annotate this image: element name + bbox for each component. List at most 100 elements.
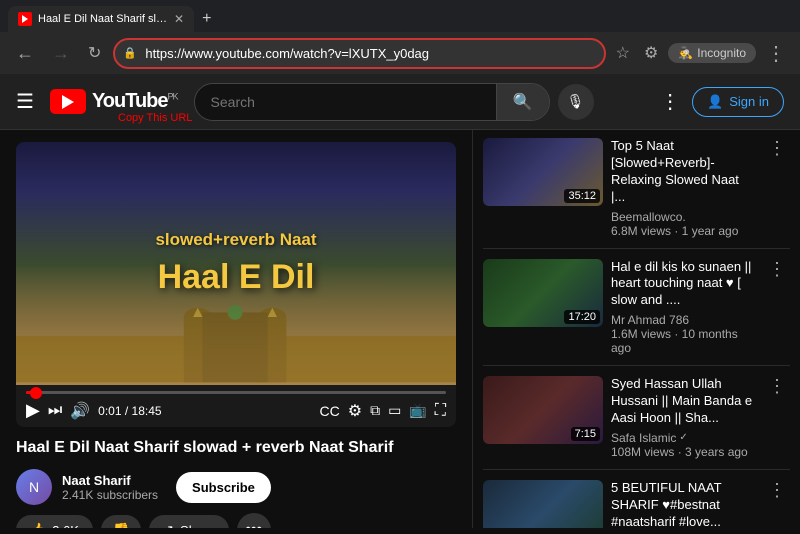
channel-subscribers: 2.41K subscribers <box>62 488 158 502</box>
sidebar-info: Top 5 Naat [Slowed+Reverb]- Relaxing Slo… <box>611 138 756 238</box>
browser-controls: ← → ↻ 🔒 ☆ ⚙ 🕵 Incognito ⋮ <box>0 32 800 74</box>
tab-close-icon[interactable]: ✕ <box>174 12 184 26</box>
sidebar-more-button[interactable]: ⋮ <box>764 480 790 501</box>
channel-name[interactable]: Naat Sharif <box>62 473 158 488</box>
share-icon: ↗ <box>163 522 174 528</box>
sidebar-stats: 6.8M views · 1 year ago <box>611 224 756 238</box>
subscribe-button[interactable]: Subscribe <box>176 472 271 503</box>
controls-row: ▶ ⏭ 🔊 0:01 / 18:45 CC ⚙ ⧉ ▭ 📺 ⛶ <box>26 400 446 421</box>
sidebar-more-button[interactable]: ⋮ <box>764 376 790 397</box>
dislike-button[interactable]: 👎 <box>101 515 141 528</box>
sidebar-stats: 108M views · 3 years ago <box>611 445 756 459</box>
active-tab[interactable]: Haal E Dil Naat Sharif slowad + ... ✕ <box>8 6 194 32</box>
sidebar-stats: 1.6M views · 10 months ago <box>611 327 756 355</box>
extensions-icon[interactable]: ⚙ <box>640 39 662 67</box>
tab-bar: Haal E Dil Naat Sharif slowad + ... ✕ + <box>0 0 800 32</box>
fullscreen-button[interactable]: ⛶ <box>435 402 446 420</box>
thumbs-down-icon: 👎 <box>113 522 129 528</box>
channel-avatar[interactable]: N <box>16 469 52 505</box>
verified-icon: ✓ <box>679 432 687 443</box>
tab-title: Haal E Dil Naat Sharif slowad + ... <box>38 13 168 25</box>
sidebar-info: Syed Hassan Ullah Hussani || Main Banda … <box>611 376 756 459</box>
video-overlay-text2: Haal E Dil <box>158 258 315 297</box>
youtube-header: ☰ YouTubePK Copy This URL 🔍 🎙 ⋮ 👤 Sign i… <box>0 74 800 130</box>
sidebar-more-button[interactable]: ⋮ <box>764 138 790 159</box>
search-bar: 🔍 🎙 <box>194 83 594 121</box>
miniplayer-button[interactable]: ⧉ <box>370 402 380 419</box>
volume-button[interactable]: 🔊 <box>70 401 90 421</box>
thumbs-up-icon: 👍 <box>30 522 46 528</box>
video-player: slowed+reverb Naat Haal E Dil ▶ ⏭ 🔊 0:01… <box>16 142 456 427</box>
youtube-logo[interactable]: YouTubePK <box>50 89 178 114</box>
sidebar-video-item[interactable]: 27:475 BEUTIFUL NAAT SHARIF ♥#bestnat #n… <box>483 480 790 528</box>
incognito-badge: 🕵 Incognito <box>668 43 756 63</box>
sidebar-video-item[interactable]: 7:15 Syed Hassan Ullah Hussani || Main Ba… <box>483 376 790 470</box>
search-input[interactable] <box>195 84 496 120</box>
reload-button[interactable]: ↻ <box>82 39 107 67</box>
progress-dot <box>30 387 42 399</box>
back-button[interactable]: ← <box>10 39 40 68</box>
sidebar-channel: Beemallowco. <box>611 210 756 224</box>
like-button[interactable]: 👍 3.6K <box>16 515 93 528</box>
header-actions: ⋮ 👤 Sign in <box>660 87 784 117</box>
incognito-icon: 🕵 <box>678 46 693 60</box>
play-button[interactable]: ▶ <box>26 400 40 421</box>
video-section: slowed+reverb Naat Haal E Dil ▶ ⏭ 🔊 0:01… <box>0 130 472 528</box>
sidebar-title: Syed Hassan Ullah Hussani || Main Banda … <box>611 376 756 427</box>
hamburger-menu-icon[interactable]: ☰ <box>16 89 34 114</box>
sidebar: 35:12 Top 5 Naat [Slowed+Reverb]- Relaxin… <box>472 130 800 528</box>
settings-button[interactable]: ⚙ <box>348 401 362 421</box>
theater-button[interactable]: ▭ <box>388 402 401 419</box>
mic-button[interactable]: 🎙 <box>558 84 594 120</box>
sidebar-info: 5 BEUTIFUL NAAT SHARIF ♥#bestnat #naatsh… <box>611 480 756 528</box>
sidebar-title: 5 BEUTIFUL NAAT SHARIF ♥#bestnat #naatsh… <box>611 480 756 528</box>
youtube-logo-text: YouTubePK <box>92 90 178 113</box>
sidebar-duration: 35:12 <box>564 189 600 203</box>
more-actions-button[interactable]: ••• <box>237 513 271 528</box>
copy-url-label[interactable]: Copy This URL <box>118 112 192 124</box>
channel-row: N Naat Sharif 2.41K subscribers Subscrib… <box>16 469 456 505</box>
address-bar-wrapper: 🔒 <box>113 38 605 69</box>
sidebar-thumbnail: 27:47 <box>483 480 603 528</box>
youtube-logo-icon <box>50 89 86 114</box>
cast-button[interactable]: 📺 <box>409 402 426 419</box>
sidebar-thumbnail: 7:15 <box>483 376 603 444</box>
new-tab-button[interactable]: + <box>194 8 219 30</box>
main-content: slowed+reverb Naat Haal E Dil ▶ ⏭ 🔊 0:01… <box>0 130 800 528</box>
sidebar-video-item[interactable]: 35:12 Top 5 Naat [Slowed+Reverb]- Relaxin… <box>483 138 790 249</box>
sidebar-title: Top 5 Naat [Slowed+Reverb]- Relaxing Slo… <box>611 138 756 206</box>
time-display: 0:01 / 18:45 <box>98 404 161 418</box>
bookmark-icon[interactable]: ☆ <box>612 39 634 67</box>
sign-in-button[interactable]: 👤 Sign in <box>692 87 784 117</box>
video-title: Haal E Dil Naat Sharif slowad + reverb N… <box>16 437 456 459</box>
more-options-button[interactable]: ⋮ <box>660 89 680 114</box>
sidebar-video-item[interactable]: 17:20 Hal e dil kis ko sunaen || heart to… <box>483 259 790 367</box>
browser-menu-icon[interactable]: ⋮ <box>762 37 790 70</box>
next-button[interactable]: ⏭ <box>48 402 62 420</box>
share-button[interactable]: ↗ Share <box>149 515 229 528</box>
video-info: Haal E Dil Naat Sharif slowad + reverb N… <box>16 437 456 528</box>
sidebar-info: Hal e dil kis ko sunaen || heart touchin… <box>611 259 756 356</box>
lock-icon: 🔒 <box>123 47 137 60</box>
video-overlay-text1: slowed+reverb Naat <box>155 230 316 250</box>
tab-favicon <box>18 12 32 26</box>
user-icon: 👤 <box>707 94 723 110</box>
sidebar-duration: 7:15 <box>571 427 600 441</box>
video-thumbnail[interactable]: slowed+reverb Naat Haal E Dil <box>16 142 456 385</box>
sidebar-channel: Safa Islamic ✓ <box>611 431 756 445</box>
forward-button[interactable]: → <box>46 39 76 68</box>
subtitles-button[interactable]: CC <box>320 403 340 419</box>
video-controls: ▶ ⏭ 🔊 0:01 / 18:45 CC ⚙ ⧉ ▭ 📺 ⛶ <box>16 385 456 427</box>
action-row: 👍 3.6K 👎 ↗ Share ••• <box>16 513 456 528</box>
search-input-wrapper: 🔍 <box>194 83 550 121</box>
search-button[interactable]: 🔍 <box>496 84 549 120</box>
sidebar-thumbnail: 35:12 <box>483 138 603 206</box>
sidebar-duration: 17:20 <box>564 310 600 324</box>
address-bar[interactable] <box>113 38 605 69</box>
progress-bar[interactable] <box>26 391 446 394</box>
sidebar-thumbnail: 17:20 <box>483 259 603 327</box>
channel-info: Naat Sharif 2.41K subscribers <box>62 473 158 502</box>
sidebar-more-button[interactable]: ⋮ <box>764 259 790 280</box>
sidebar-title: Hal e dil kis ko sunaen || heart touchin… <box>611 259 756 310</box>
sidebar-channel: Mr Ahmad 786 <box>611 313 756 327</box>
